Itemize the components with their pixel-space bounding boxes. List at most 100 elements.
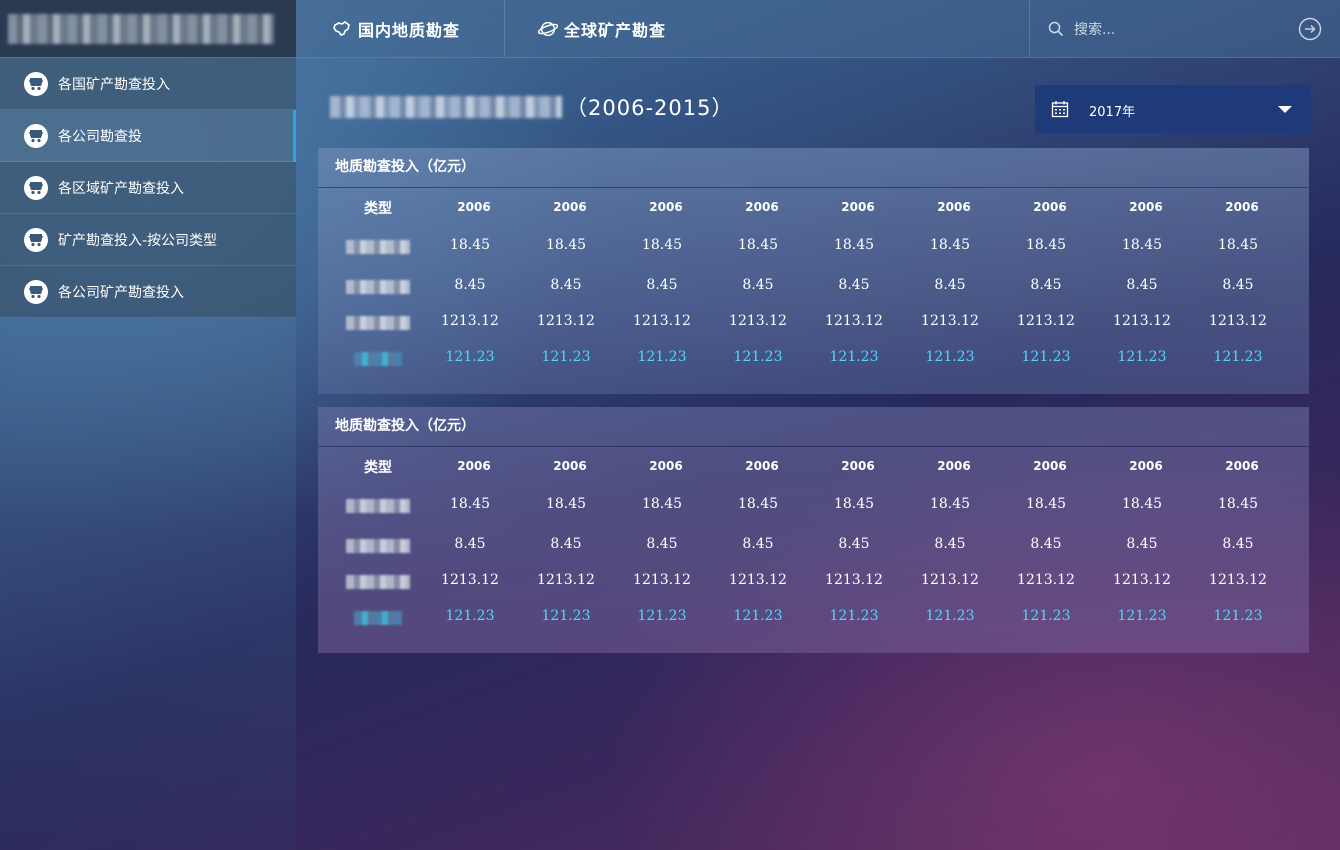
table-cell: 1213.12 bbox=[1113, 572, 1171, 588]
column-header-year: 2006 bbox=[553, 459, 587, 473]
table-cell: 8.45 bbox=[1030, 277, 1062, 293]
column-header-type: 类型 bbox=[364, 201, 392, 217]
table-cell: 18.45 bbox=[1025, 496, 1067, 512]
table-cell: 121.23 bbox=[1117, 608, 1167, 624]
table-cell: 1213.12 bbox=[1209, 313, 1267, 329]
search-input[interactable] bbox=[1072, 16, 1296, 44]
sidebar-item-label: 各公司勘查投 bbox=[58, 128, 142, 145]
table-cell: 8.45 bbox=[934, 277, 966, 293]
sidebar-item[interactable]: 各区域矿产勘查投入 bbox=[0, 162, 296, 214]
row-label-obscured bbox=[346, 316, 410, 330]
column-header-year: 2006 bbox=[457, 200, 491, 214]
app-logo[interactable] bbox=[0, 0, 296, 57]
table-cell: 1213.12 bbox=[1017, 313, 1075, 329]
mining-cart-icon bbox=[24, 71, 48, 96]
column-header-year: 2006 bbox=[1225, 459, 1259, 473]
tab-domestic-survey[interactable]: 国内地质勘查 bbox=[332, 0, 460, 57]
mining-cart-icon bbox=[24, 227, 48, 252]
table-cell: 1213.12 bbox=[633, 313, 691, 329]
table-cell: 18.45 bbox=[1217, 237, 1259, 253]
column-header-year: 2006 bbox=[937, 200, 971, 214]
table-cell: 121.23 bbox=[637, 349, 687, 365]
investment-table-panel-1: 地质勘查投入（亿元） 类型 2006 2006 2006 2006 2006 2006 200… bbox=[318, 148, 1309, 394]
column-header-year: 2006 bbox=[937, 459, 971, 473]
china-map-icon bbox=[332, 19, 352, 39]
column-header-year: 2006 bbox=[553, 200, 587, 214]
column-header-type: 类型 bbox=[364, 460, 392, 476]
column-header-year: 2006 bbox=[1129, 459, 1163, 473]
table-cell: 8.45 bbox=[934, 536, 966, 552]
search-icon[interactable] bbox=[1048, 21, 1064, 41]
table-cell: 121.23 bbox=[733, 608, 783, 624]
sidebar: 各国矿产勘查投入 各公司勘查投各区域矿产勘查投入矿产勘查投入-按公司类型 各公司矿产… bbox=[0, 57, 296, 850]
column-header-year: 2006 bbox=[1033, 200, 1067, 214]
table-cell: 8.45 bbox=[550, 277, 582, 293]
table-cell: 121.23 bbox=[1213, 349, 1263, 365]
table-cell: 8.45 bbox=[742, 536, 774, 552]
table-cell: 18.45 bbox=[737, 237, 779, 253]
table-cell: 121.23 bbox=[1117, 349, 1167, 365]
tab-global-mining[interactable]: 全球矿产勘查 bbox=[538, 0, 666, 57]
page-title-obscured bbox=[330, 96, 562, 118]
table-cell: 8.45 bbox=[838, 536, 870, 552]
page-title: （2006-2015） bbox=[330, 92, 733, 122]
table-cell: 1213.12 bbox=[921, 313, 979, 329]
mining-cart-icon bbox=[24, 279, 48, 304]
table-cell: 18.45 bbox=[641, 496, 683, 512]
panel-title: 地质勘查投入（亿元） bbox=[318, 407, 1309, 447]
column-header-year: 2006 bbox=[1033, 459, 1067, 473]
table-cell: 121.23 bbox=[541, 349, 591, 365]
column-header-year: 2006 bbox=[457, 459, 491, 473]
column-header-year: 2006 bbox=[649, 459, 683, 473]
table-cell: 18.45 bbox=[1121, 496, 1163, 512]
sidebar-item[interactable]: 各公司矿产勘查投入 bbox=[0, 266, 296, 318]
year-select[interactable]: 2017年 bbox=[1035, 85, 1311, 133]
tab-domestic-survey-label: 国内地质勘查 bbox=[358, 20, 461, 40]
sidebar-background bbox=[0, 318, 296, 850]
table-cell: 121.23 bbox=[1021, 349, 1071, 365]
row-label-obscured bbox=[346, 240, 410, 254]
sidebar-item[interactable]: 各公司勘查投 bbox=[0, 110, 296, 162]
table-cell: 1213.12 bbox=[537, 313, 595, 329]
table-cell: 18.45 bbox=[449, 496, 491, 512]
sidebar-item-label: 各公司矿产勘查投入 bbox=[58, 284, 184, 301]
table-cell: 121.23 bbox=[445, 349, 495, 365]
table-cell: 121.23 bbox=[925, 608, 975, 624]
sidebar-item[interactable]: 各国矿产勘查投入 bbox=[0, 58, 296, 110]
table-cell: 1213.12 bbox=[1017, 572, 1075, 588]
arrow-right-circle-icon[interactable] bbox=[1298, 17, 1322, 45]
table-cell: 8.45 bbox=[1126, 277, 1158, 293]
table-cell: 121.23 bbox=[637, 608, 687, 624]
table-cell: 18.45 bbox=[1025, 237, 1067, 253]
table-cell: 18.45 bbox=[1217, 496, 1259, 512]
sidebar-item-label: 矿产勘查投入-按公司类型 bbox=[58, 232, 218, 249]
table-cell: 18.45 bbox=[545, 496, 587, 512]
logo-image bbox=[8, 13, 274, 44]
tab-divider bbox=[504, 0, 505, 57]
row-label-obscured bbox=[346, 499, 410, 513]
table-cell: 1213.12 bbox=[537, 572, 595, 588]
table-cell: 8.45 bbox=[646, 536, 678, 552]
table-cell: 1213.12 bbox=[1209, 572, 1267, 588]
sidebar-item-label: 各国矿产勘查投入 bbox=[58, 76, 170, 93]
sidebar-item-label: 各区域矿产勘查投入 bbox=[58, 180, 184, 197]
row-label-obscured bbox=[354, 352, 402, 366]
sidebar-item[interactable]: 矿产勘查投入-按公司类型 bbox=[0, 214, 296, 266]
table-cell: 8.45 bbox=[1222, 536, 1254, 552]
globe-icon bbox=[538, 19, 558, 39]
table-cell: 8.45 bbox=[454, 277, 486, 293]
investment-table-panel-2: 地质勘查投入（亿元） 类型 2006 2006 2006 2006 2006 2006 200… bbox=[318, 407, 1309, 653]
table-cell: 1213.12 bbox=[921, 572, 979, 588]
table-cell: 8.45 bbox=[550, 536, 582, 552]
row-label-obscured bbox=[346, 280, 410, 294]
table-cell: 1213.12 bbox=[729, 313, 787, 329]
table-cell: 18.45 bbox=[737, 496, 779, 512]
table-cell: 121.23 bbox=[829, 608, 879, 624]
table-cell: 121.23 bbox=[829, 349, 879, 365]
table-cell: 121.23 bbox=[541, 608, 591, 624]
column-header-year: 2006 bbox=[1129, 200, 1163, 214]
sidebar-menu: 各国矿产勘查投入 各公司勘查投各区域矿产勘查投入矿产勘查投入-按公司类型 各公司矿产… bbox=[0, 58, 296, 318]
table-cell: 18.45 bbox=[641, 237, 683, 253]
table-cell: 18.45 bbox=[929, 237, 971, 253]
table-cell: 121.23 bbox=[733, 349, 783, 365]
